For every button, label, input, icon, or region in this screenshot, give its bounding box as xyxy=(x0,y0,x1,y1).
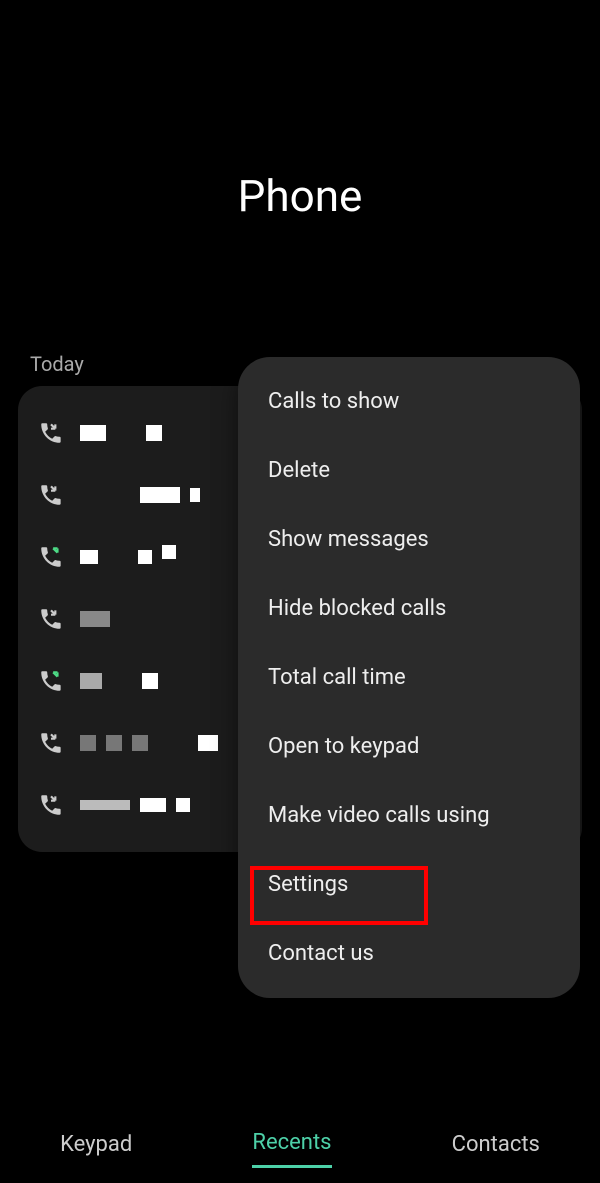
incoming-call-icon xyxy=(38,730,64,756)
nav-keypad[interactable]: Keypad xyxy=(60,1122,132,1167)
outgoing-call-icon xyxy=(38,544,64,570)
outgoing-call-icon xyxy=(38,668,64,694)
menu-contact-us[interactable]: Contact us xyxy=(238,919,580,988)
menu-make-video-calls-using[interactable]: Make video calls using xyxy=(238,781,580,850)
menu-settings[interactable]: Settings xyxy=(238,850,580,919)
overflow-menu: Calls to show Delete Show messages Hide … xyxy=(238,357,580,998)
incoming-call-icon xyxy=(38,482,64,508)
menu-calls-to-show[interactable]: Calls to show xyxy=(238,367,580,436)
nav-recents[interactable]: Recents xyxy=(252,1120,331,1168)
menu-delete[interactable]: Delete xyxy=(238,436,580,505)
incoming-call-icon xyxy=(38,606,64,632)
menu-open-to-keypad[interactable]: Open to keypad xyxy=(238,712,580,781)
bottom-nav: Keypad Recents Contacts xyxy=(0,1105,600,1183)
menu-hide-blocked-calls[interactable]: Hide blocked calls xyxy=(238,574,580,643)
page-title: Phone xyxy=(0,0,600,352)
menu-show-messages[interactable]: Show messages xyxy=(238,505,580,574)
incoming-call-icon xyxy=(38,792,64,818)
menu-total-call-time[interactable]: Total call time xyxy=(238,643,580,712)
incoming-call-icon xyxy=(38,420,64,446)
nav-contacts[interactable]: Contacts xyxy=(452,1122,540,1167)
